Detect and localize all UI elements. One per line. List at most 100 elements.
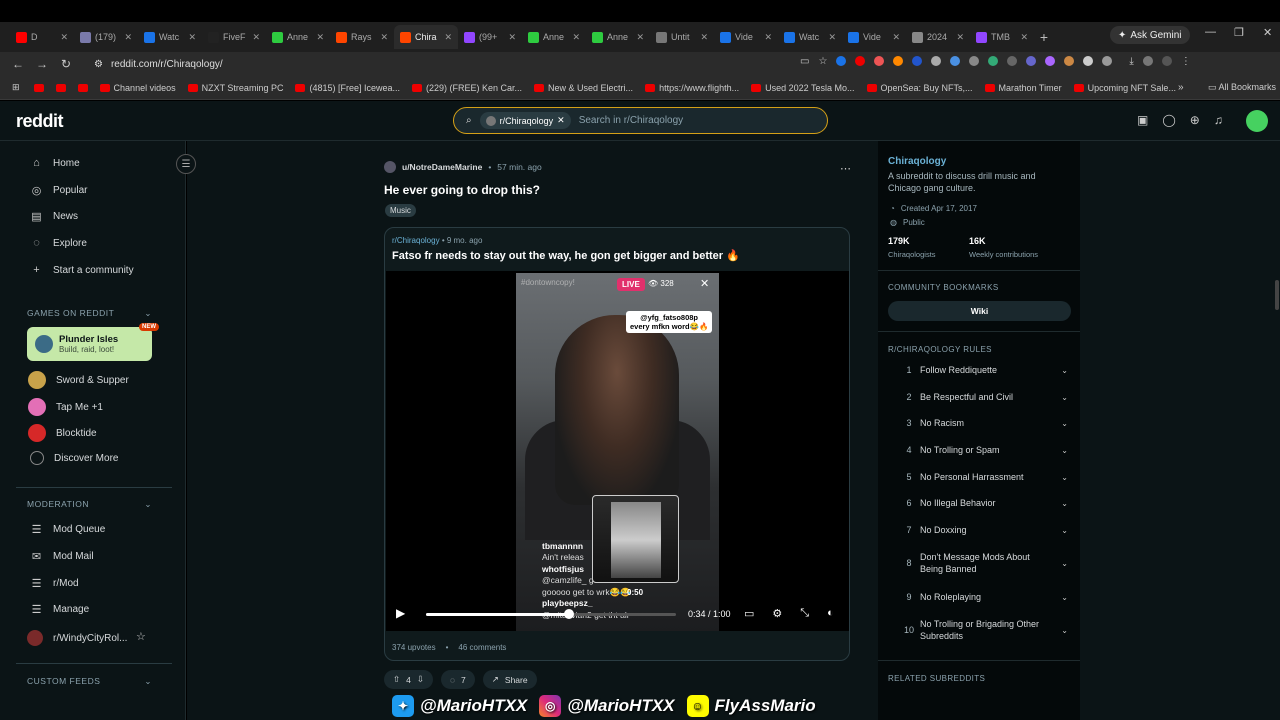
community-name[interactable]: Chiraqology — [888, 156, 946, 167]
bookmark-item[interactable]: Upcoming NFT Sale... — [1073, 83, 1176, 93]
rule-item-1[interactable]: 1 Follow Reddiquette ⌄ — [898, 364, 1068, 376]
extension-icon[interactable] — [969, 56, 980, 66]
sidebar-item-start-a-community[interactable]: + Start a community — [30, 264, 133, 276]
rule-item-9[interactable]: 9 No Roleplaying ⌄ — [898, 591, 1068, 603]
extension-icon[interactable] — [1007, 56, 1018, 66]
download-icon[interactable]: ⤓ — [1129, 56, 1133, 67]
rule-item-4[interactable]: 4 No Trolling or Spam ⌄ — [898, 444, 1068, 456]
browser-tab[interactable]: Watc ✕ — [778, 25, 842, 49]
extension-icon[interactable] — [1064, 56, 1075, 66]
all-bookmarks-link[interactable]: ▭ All Bookmarks — [1208, 82, 1276, 93]
browser-tab[interactable]: FiveF ✕ — [202, 25, 266, 49]
video-progress-handle[interactable] — [563, 609, 574, 619]
bookmark-item[interactable]: (4815) [Free] Icewea... — [295, 83, 400, 93]
tab-close-icon[interactable]: ✕ — [444, 32, 452, 43]
custom-feeds-section-header[interactable]: CUSTOM FEEDS ⌄ — [27, 676, 152, 686]
browser-tab[interactable]: Vide ✕ — [714, 25, 778, 49]
browser-tab[interactable]: (179) ✕ — [74, 25, 138, 49]
mod-item[interactable]: ☰ Mod Queue — [30, 523, 106, 536]
chat-icon[interactable]: ◯ — [1162, 113, 1175, 127]
bookmark-item[interactable]: Used 2022 Tesla Mo... — [751, 83, 855, 93]
post-options-icon[interactable]: ⋯ — [840, 162, 851, 175]
tab-close-icon[interactable]: ✕ — [316, 32, 324, 43]
browser-tab[interactable]: Chira ✕ — [394, 25, 458, 49]
site-info-icon[interactable]: ⚙ — [94, 59, 103, 70]
menu-dots-icon[interactable]: ⋮ — [1181, 56, 1191, 67]
extensions-puzzle-icon[interactable] — [1083, 56, 1094, 66]
maximize-icon[interactable]: ❐ — [1234, 26, 1244, 39]
extension-icon[interactable] — [836, 56, 847, 66]
browser-tab[interactable]: Anne ✕ — [266, 25, 330, 49]
ask-gemini-button[interactable]: ✦ Ask Gemini — [1110, 26, 1190, 44]
crosspost-title[interactable]: Fatso fr needs to stay out the way, he g… — [392, 249, 740, 262]
extension-icon[interactable] — [988, 56, 999, 66]
volume-icon[interactable]: ◐ — [827, 607, 834, 620]
bookmarks-overflow-icon[interactable]: » — [1178, 82, 1184, 93]
apps-grid-icon[interactable]: ⊞ — [12, 82, 20, 93]
extension-icon[interactable] — [874, 56, 885, 66]
sidebar-collapse-button[interactable]: ☰ — [176, 154, 196, 174]
bookmark-item[interactable] — [33, 83, 44, 92]
favorite-star-icon[interactable]: ☆ — [136, 630, 146, 643]
mod-item[interactable]: ☰ r/Mod — [30, 577, 79, 590]
tab-close-icon[interactable]: ✕ — [252, 32, 260, 43]
back-icon[interactable]: ← — [6, 57, 30, 71]
sidebar-item-explore[interactable]: ◌ Explore — [30, 237, 87, 249]
browser-tab[interactable]: Anne ✕ — [522, 25, 586, 49]
tab-close-icon[interactable]: ✕ — [572, 32, 580, 43]
bookmark-item[interactable]: Channel videos — [99, 83, 176, 93]
minimize-icon[interactable]: — — [1205, 26, 1216, 38]
bookmark-item[interactable]: (229) (FREE) Ken Car... — [412, 83, 522, 93]
sidebar-item-home[interactable]: ⌂ Home — [30, 157, 80, 169]
reddit-logo[interactable]: reddit — [16, 111, 64, 132]
browser-tab[interactable]: Anne ✕ — [586, 25, 650, 49]
bookmark-item[interactable]: OpenSea: Buy NFTs,... — [866, 83, 973, 93]
comments-button[interactable]: ◌ 7 — [440, 670, 475, 689]
game-item[interactable]: Sword & Supper — [28, 371, 129, 389]
rule-item-2[interactable]: 2 Be Respectful and Civil ⌄ — [898, 391, 1068, 403]
tab-close-icon[interactable]: ✕ — [956, 32, 964, 43]
tab-close-icon[interactable]: ✕ — [60, 32, 68, 43]
wiki-button[interactable]: Wiki — [888, 301, 1071, 321]
post-title[interactable]: He ever going to drop this? — [384, 183, 540, 197]
rule-item-8[interactable]: 8 Don't Message Mods About Being Banned ⌄ — [898, 551, 1068, 575]
play-icon[interactable]: ▶ — [396, 606, 405, 620]
rule-item-3[interactable]: 3 No Racism ⌄ — [898, 417, 1068, 429]
tab-close-icon[interactable]: ✕ — [764, 32, 772, 43]
bookmark-item[interactable] — [77, 83, 88, 92]
tab-close-icon[interactable]: ✕ — [188, 32, 196, 43]
moderation-section-header[interactable]: MODERATION ⌄ — [27, 499, 152, 509]
bookmark-item[interactable]: https://www.flighth... — [645, 83, 739, 93]
page-scrollbar[interactable] — [1274, 141, 1280, 720]
rule-item-7[interactable]: 7 No Doxxing ⌄ — [898, 524, 1068, 536]
subreddit-search-chip[interactable]: r/Chiraqology ✕ — [479, 112, 571, 129]
extension-icon[interactable] — [950, 56, 961, 66]
new-tab-icon[interactable]: + — [1034, 29, 1054, 45]
extension-icon[interactable] — [1045, 56, 1056, 66]
plunder-isles-card[interactable]: Plunder Isles Build, raid, loot! — [27, 327, 152, 361]
create-post-icon[interactable]: ⊕ — [1190, 113, 1200, 127]
rule-item-6[interactable]: 6 No Illegal Behavior ⌄ — [898, 497, 1068, 509]
rule-item-5[interactable]: 5 No Personal Harrassment ⌄ — [898, 471, 1068, 483]
bookmark-item[interactable]: NZXT Streaming PC — [187, 83, 283, 93]
chip-close-icon[interactable]: ✕ — [557, 115, 565, 126]
browser-tab[interactable]: TMB ✕ — [970, 25, 1034, 49]
fullscreen-icon[interactable]: ⤡ — [800, 607, 809, 620]
game-item[interactable]: Tap Me +1 — [28, 398, 103, 416]
settings-gear-icon[interactable]: ⚙ — [772, 607, 782, 620]
reload-icon[interactable]: ↻ — [54, 57, 78, 71]
game-item[interactable]: Discover More — [28, 451, 118, 465]
close-window-icon[interactable]: ✕ — [1263, 26, 1272, 39]
share-button[interactable]: ↗ Share — [482, 670, 537, 689]
install-icon[interactable]: ▭ — [800, 56, 809, 67]
tab-close-icon[interactable]: ✕ — [124, 32, 132, 43]
extension-icon[interactable] — [893, 56, 904, 66]
tab-close-icon[interactable]: ✕ — [636, 32, 644, 43]
browser-tab[interactable]: Watc ✕ — [138, 25, 202, 49]
games-section-header[interactable]: GAMES ON REDDIT ⌄ — [27, 308, 152, 318]
extension-icon[interactable] — [855, 56, 866, 66]
forward-icon[interactable]: → — [30, 57, 54, 71]
url-field[interactable]: ⚙ reddit.com/r/Chiraqology/ — [86, 54, 846, 74]
browser-tab[interactable]: D ✕ — [10, 25, 74, 49]
sidebar-item-news[interactable]: ▤ News — [30, 210, 78, 223]
